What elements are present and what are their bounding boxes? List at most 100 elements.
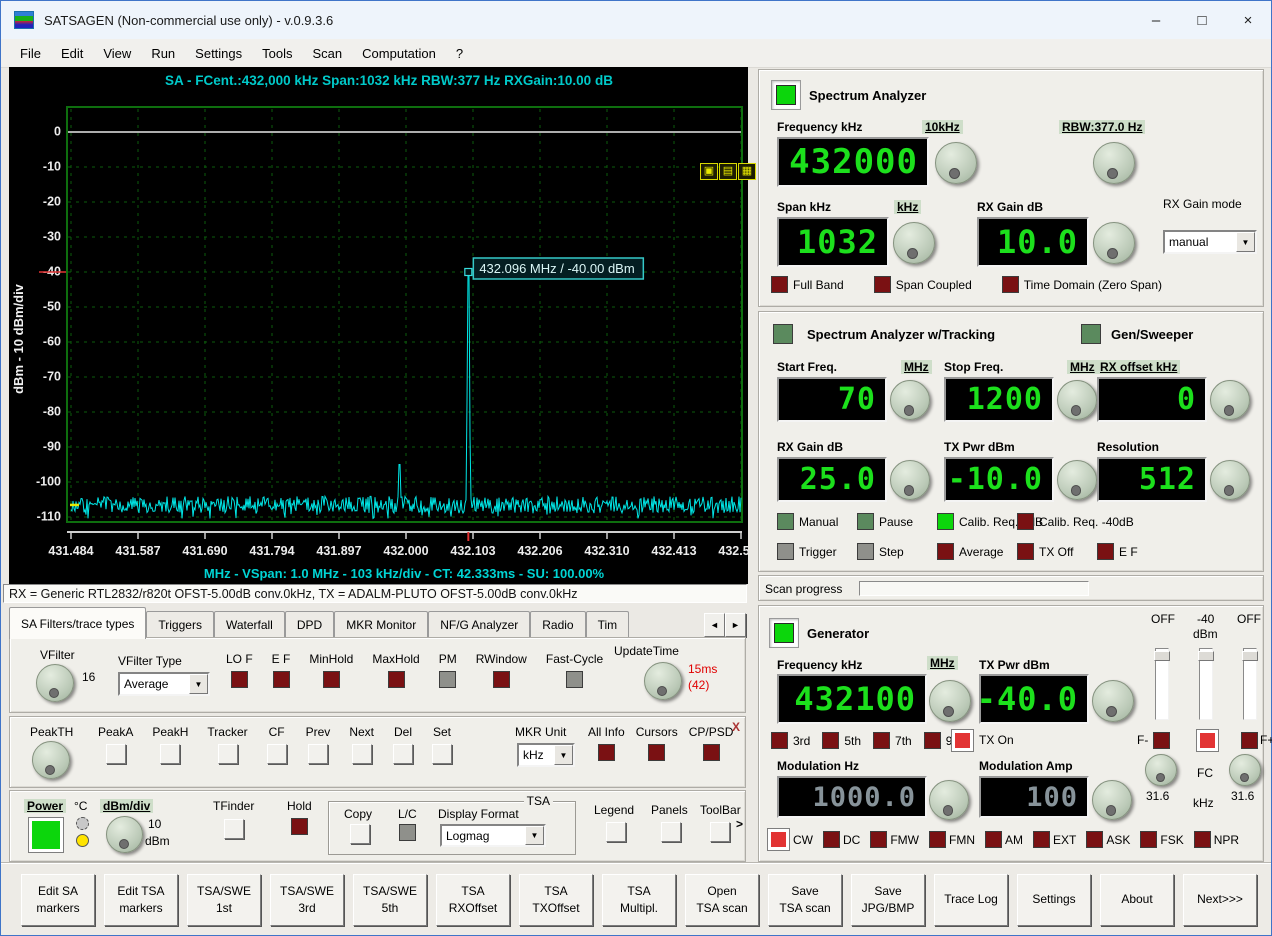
tab-sa-filters[interactable]: SA Filters/trace types [9,607,147,639]
spectrum-plot[interactable]: 0-10-20-30-40-50-60-70-80-90-100-110dBm … [9,67,748,584]
vfilter-knob[interactable] [36,664,74,702]
stop-freq-unit[interactable]: MHz [1067,360,1098,374]
edit-tsa-markers-button[interactable]: Edit TSA markers [104,873,178,926]
copy-button[interactable] [350,824,370,844]
tab-scroll-left-icon[interactable]: ◄ [704,613,725,637]
menu-scan[interactable]: Scan [304,43,352,64]
marker-action-button[interactable] [266,744,287,764]
tracking-led-box[interactable] [777,543,794,560]
marker-toggle-led[interactable] [648,744,666,761]
minimize-button[interactable]: – [1133,1,1179,39]
start-freq-display[interactable]: 70 [777,377,887,422]
tsa-multipl-button[interactable]: TSA Multipl. [602,873,676,926]
tracking-led-box[interactable] [857,513,874,530]
marker-action-button[interactable] [217,744,238,764]
about-button[interactable]: About [1100,873,1174,926]
tracking-led-box[interactable] [1097,543,1114,560]
tsa-swe-3rd-button[interactable]: TSA/SWE 3rd [270,873,344,926]
filter-toggle-led[interactable] [387,671,405,688]
menu-settings[interactable]: Settings [186,43,251,64]
filter-toggle-led[interactable] [492,671,510,688]
trace-log-button[interactable]: Trace Log [934,873,1008,926]
tab-triggers[interactable]: Triggers [146,611,214,639]
harmonic-led[interactable] [771,732,788,749]
tab-time[interactable]: Tim [585,611,630,639]
tracking-gain-knob[interactable] [890,460,930,500]
marker-toggle-led[interactable] [702,744,720,761]
menu-help[interactable]: ? [447,43,472,64]
save-plot-icon[interactable]: ▦ [738,163,756,180]
sa-rbw-knob[interactable] [1093,142,1135,184]
gen-frequency-display[interactable]: 432100 [777,674,927,724]
hold-led[interactable] [291,818,308,835]
mod-mode-led[interactable] [1033,831,1050,848]
start-freq-unit[interactable]: MHz [901,360,932,374]
sa-toggle-led[interactable] [1001,276,1019,293]
fc-led[interactable] [1196,729,1219,752]
sa-span-unit-label[interactable]: kHz [894,200,922,214]
mod-mode-led[interactable] [985,831,1002,848]
spectrum-plot-panel[interactable]: 0 -10 -20 -30 -40 -50 -60 -70 -80 -90 -100 -110 dBm … [9,67,756,584]
tab-scroll-right-icon[interactable]: ► [725,613,746,637]
sa-gain-mode-dropdown[interactable]: manual ▼ [1163,230,1257,254]
tab-radio[interactable]: Radio [530,611,586,639]
tab-dpd[interactable]: DPD [284,611,335,639]
chevron-down-icon[interactable]: ▼ [1236,232,1255,252]
edit-sa-markers-button[interactable]: Edit SA markers [21,873,95,926]
tracking-led-box[interactable] [1017,543,1034,560]
gen-level-slider-right[interactable] [1242,648,1258,720]
tracking-led-box[interactable] [857,543,874,560]
sa-rbw-label[interactable]: RBW:377.0 Hz [1059,120,1146,134]
settings-button[interactable]: Settings [1017,873,1091,926]
chevron-down-icon[interactable]: ▼ [554,745,573,765]
gen-freq-unit[interactable]: MHz [927,656,958,670]
sa-enable-indicator[interactable] [771,80,801,110]
toolbar-button[interactable] [710,822,730,842]
maximize-button[interactable]: □ [1179,1,1225,39]
save-jpg-bmp-button[interactable]: Save JPG/BMP [851,873,925,926]
gen-sweeper-indicator[interactable] [1081,324,1101,344]
save-tsa-scan-button[interactable]: Save TSA scan [768,873,842,926]
filter-toggle-led[interactable] [439,671,457,688]
mod-mode-led[interactable] [823,831,840,848]
temp-led-gray[interactable] [76,817,89,830]
sa-gain-knob[interactable] [1093,222,1135,264]
sa-frequency-display[interactable]: 432000 [777,137,929,187]
f-minus-led[interactable] [1153,732,1170,749]
tfinder-button[interactable] [224,819,244,839]
mod-mode-led[interactable] [1193,831,1211,848]
open-tsa-scan-button[interactable]: Open TSA scan [685,873,759,926]
marker-action-button[interactable] [105,744,126,764]
rx-offset-label[interactable]: RX offset kHz [1097,360,1181,374]
rx-offset-knob[interactable] [1210,380,1250,420]
sa-toggle-led[interactable] [873,276,891,293]
tracking-txpwr-knob[interactable] [1057,460,1097,500]
vfilter-type-dropdown[interactable]: Average ▼ [118,672,210,696]
tracking-enable-indicator[interactable] [773,324,793,344]
power-button[interactable] [28,817,64,853]
marker-action-button[interactable] [432,744,452,764]
panels-button[interactable] [661,822,681,842]
sa-frequency-knob[interactable] [935,142,977,184]
gen-level-slider-left[interactable] [1154,648,1170,720]
expand-panel-icon[interactable]: > [736,817,743,831]
stop-freq-display[interactable]: 1200 [944,377,1054,422]
mod-mode-led[interactable] [767,828,790,851]
tracking-led-box[interactable] [937,543,954,560]
f-plus-led[interactable] [1241,732,1258,749]
stop-freq-knob[interactable] [1057,380,1097,420]
marker-action-button[interactable] [307,744,328,764]
mod-mode-led[interactable] [1140,831,1158,848]
tab-nfg-analyzer[interactable]: NF/G Analyzer [428,611,531,639]
tsa-txoffset-button[interactable]: TSA TXOffset [519,873,593,926]
sa-toggle-led[interactable] [771,276,788,293]
mod-amp-display[interactable]: 100 [979,776,1089,818]
generator-enable-indicator[interactable] [769,618,799,648]
marker-action-button[interactable] [351,744,372,764]
marker-action-button[interactable] [160,744,181,764]
menu-run[interactable]: Run [142,43,184,64]
mod-mode-led[interactable] [1086,831,1104,848]
gen-txpwr-display[interactable]: -40.0 [977,674,1089,724]
update-time-knob[interactable] [644,662,682,700]
lc-led[interactable] [399,824,416,841]
